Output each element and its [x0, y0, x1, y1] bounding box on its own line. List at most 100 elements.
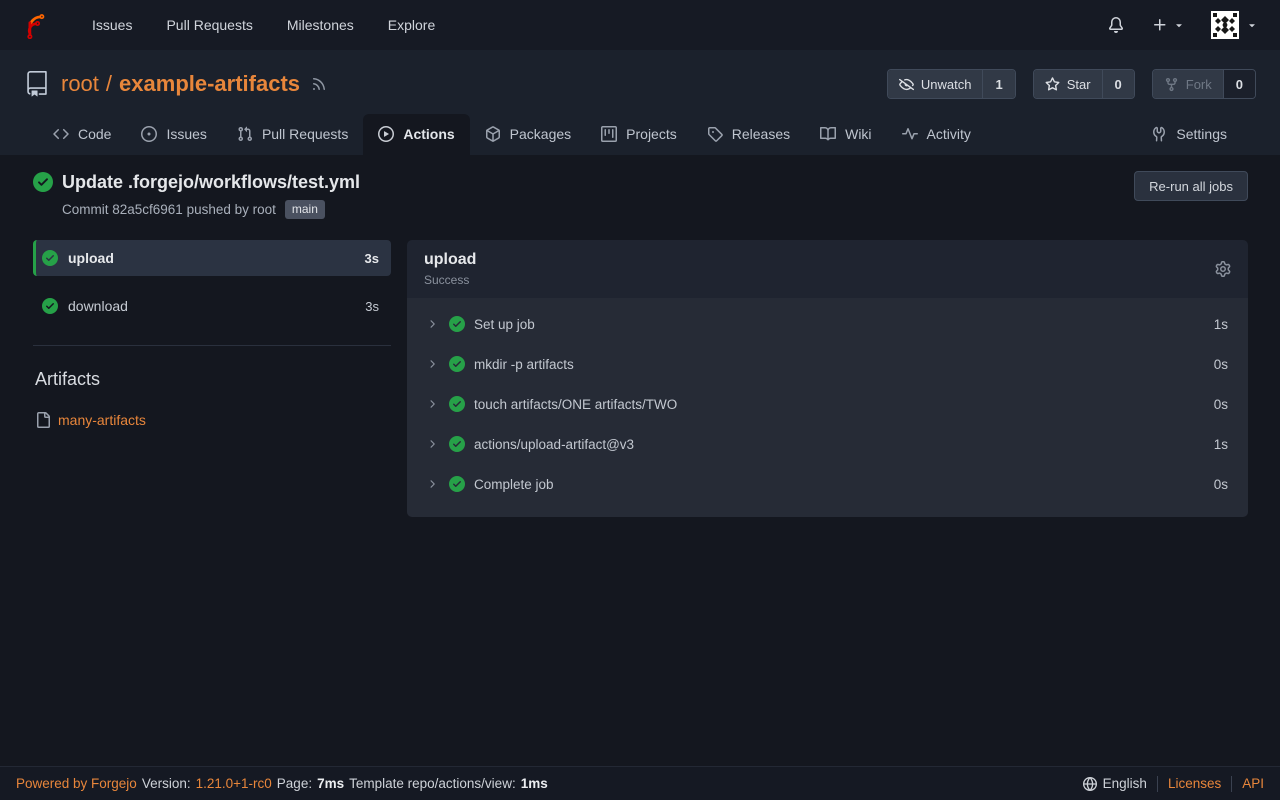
step-success-icon	[449, 396, 465, 412]
repo-name-link[interactable]: example-artifacts	[119, 71, 300, 97]
pulse-icon	[902, 126, 918, 142]
template-time-label: Template repo/actions/view:	[349, 776, 516, 791]
eye-closed-icon	[899, 77, 914, 92]
version-link[interactable]: 1.21.0+1-rc0	[196, 776, 272, 791]
step-row-upload-artifact[interactable]: actions/upload-artifact@v3 1s	[407, 424, 1248, 464]
run-header: Update .forgejo/workflows/test.yml Commi…	[33, 171, 1248, 219]
nav-link-explore[interactable]: Explore	[371, 17, 452, 33]
create-new-menu[interactable]	[1152, 17, 1185, 33]
language-selector[interactable]: English	[1083, 776, 1147, 791]
nav-link-milestones[interactable]: Milestones	[270, 17, 371, 33]
page-time-value: 7ms	[317, 776, 344, 791]
job-duration: 3s	[365, 299, 379, 314]
step-name: mkdir -p artifacts	[474, 357, 574, 372]
job-status: Success	[424, 273, 476, 287]
step-duration: 0s	[1214, 477, 1228, 492]
rss-icon[interactable]	[311, 76, 327, 92]
rerun-all-jobs-button[interactable]: Re-run all jobs	[1134, 171, 1248, 201]
tab-releases[interactable]: Releases	[692, 114, 805, 155]
step-success-icon	[449, 476, 465, 492]
breadcrumb-separator: /	[106, 71, 112, 97]
tab-code[interactable]: Code	[38, 114, 126, 155]
jobs-sidebar: upload 3s download 3s Artifacts many-art…	[33, 240, 391, 428]
chevron-right-icon	[426, 358, 438, 370]
tab-activity[interactable]: Activity	[887, 114, 986, 155]
step-row-complete[interactable]: Complete job 0s	[407, 464, 1248, 504]
artifact-item: many-artifacts	[33, 412, 391, 428]
tab-packages[interactable]: Packages	[470, 114, 586, 155]
tab-issues[interactable]: Issues	[126, 114, 221, 155]
step-duration: 1s	[1214, 437, 1228, 452]
footer: Powered by Forgejo Version: 1.21.0+1-rc0…	[0, 766, 1280, 800]
star-button[interactable]: Star 0	[1033, 69, 1135, 99]
globe-icon	[1083, 777, 1097, 791]
job-item-upload[interactable]: upload 3s	[33, 240, 391, 276]
page-time-label: Page:	[277, 776, 312, 791]
step-name: touch artifacts/ONE artifacts/TWO	[474, 397, 677, 412]
powered-by-link[interactable]: Powered by Forgejo	[16, 776, 137, 791]
job-detail-header: upload Success	[407, 240, 1248, 298]
tab-settings[interactable]: Settings	[1136, 114, 1242, 155]
notifications-bell-icon[interactable]	[1108, 17, 1124, 33]
run-success-icon	[33, 172, 53, 192]
api-link[interactable]: API	[1242, 776, 1264, 791]
job-name: upload	[68, 250, 114, 266]
step-name: actions/upload-artifact@v3	[474, 437, 634, 452]
user-menu[interactable]	[1211, 11, 1258, 39]
chevron-down-icon	[1246, 19, 1258, 31]
step-row-mkdir[interactable]: mkdir -p artifacts 0s	[407, 344, 1248, 384]
chevron-right-icon	[426, 318, 438, 330]
project-icon	[601, 126, 617, 142]
nav-link-issues[interactable]: Issues	[75, 17, 149, 33]
tools-icon	[1151, 126, 1167, 142]
job-item-download[interactable]: download 3s	[33, 288, 391, 324]
job-detail-title: upload	[424, 250, 476, 269]
star-label: Star	[1067, 77, 1091, 92]
step-success-icon	[449, 316, 465, 332]
chevron-right-icon	[426, 478, 438, 490]
licenses-link[interactable]: Licenses	[1168, 776, 1221, 791]
step-duration: 1s	[1214, 317, 1228, 332]
step-duration: 0s	[1214, 357, 1228, 372]
chevron-right-icon	[426, 398, 438, 410]
watchers-count[interactable]: 1	[982, 70, 1014, 98]
code-icon	[53, 126, 69, 142]
forks-count[interactable]: 0	[1223, 70, 1255, 98]
fork-label: Fork	[1186, 77, 1212, 92]
gear-icon[interactable]	[1215, 261, 1231, 277]
repo-owner-link[interactable]: root	[61, 71, 99, 97]
chevron-right-icon	[426, 438, 438, 450]
step-name: Complete job	[474, 477, 554, 492]
sidebar-divider	[33, 345, 391, 346]
branch-badge[interactable]: main	[285, 200, 325, 219]
book-icon	[820, 126, 836, 142]
git-pull-request-icon	[237, 126, 253, 142]
version-label: Version:	[142, 776, 191, 791]
forgejo-logo-icon[interactable]	[22, 12, 49, 39]
git-fork-icon	[1164, 77, 1179, 92]
fork-button[interactable]: Fork 0	[1152, 69, 1256, 99]
template-time-value: 1ms	[521, 776, 548, 791]
unwatch-button[interactable]: Unwatch 1	[887, 69, 1016, 99]
tab-projects[interactable]: Projects	[586, 114, 692, 155]
file-icon	[35, 412, 51, 428]
job-name: download	[68, 298, 128, 314]
step-row-setup[interactable]: Set up job 1s	[407, 304, 1248, 344]
step-name: Set up job	[474, 317, 535, 332]
step-success-icon	[449, 356, 465, 372]
tab-wiki[interactable]: Wiki	[805, 114, 886, 155]
steps-list: Set up job 1s mkdir -p artifacts 0s touc…	[407, 298, 1248, 517]
tab-pull-requests[interactable]: Pull Requests	[222, 114, 363, 155]
job-success-icon	[42, 250, 58, 266]
artifact-download-link[interactable]: many-artifacts	[58, 412, 146, 428]
nav-link-pull-requests[interactable]: Pull Requests	[149, 17, 269, 33]
repo-header: root / example-artifacts Unwatch 1 Star …	[0, 50, 1280, 155]
stars-count[interactable]: 0	[1102, 70, 1134, 98]
unwatch-label: Unwatch	[921, 77, 972, 92]
language-label: English	[1103, 776, 1147, 791]
issue-opened-icon	[141, 126, 157, 142]
tag-icon	[707, 126, 723, 142]
step-row-touch[interactable]: touch artifacts/ONE artifacts/TWO 0s	[407, 384, 1248, 424]
tab-actions[interactable]: Actions	[363, 114, 469, 155]
job-success-icon	[42, 298, 58, 314]
